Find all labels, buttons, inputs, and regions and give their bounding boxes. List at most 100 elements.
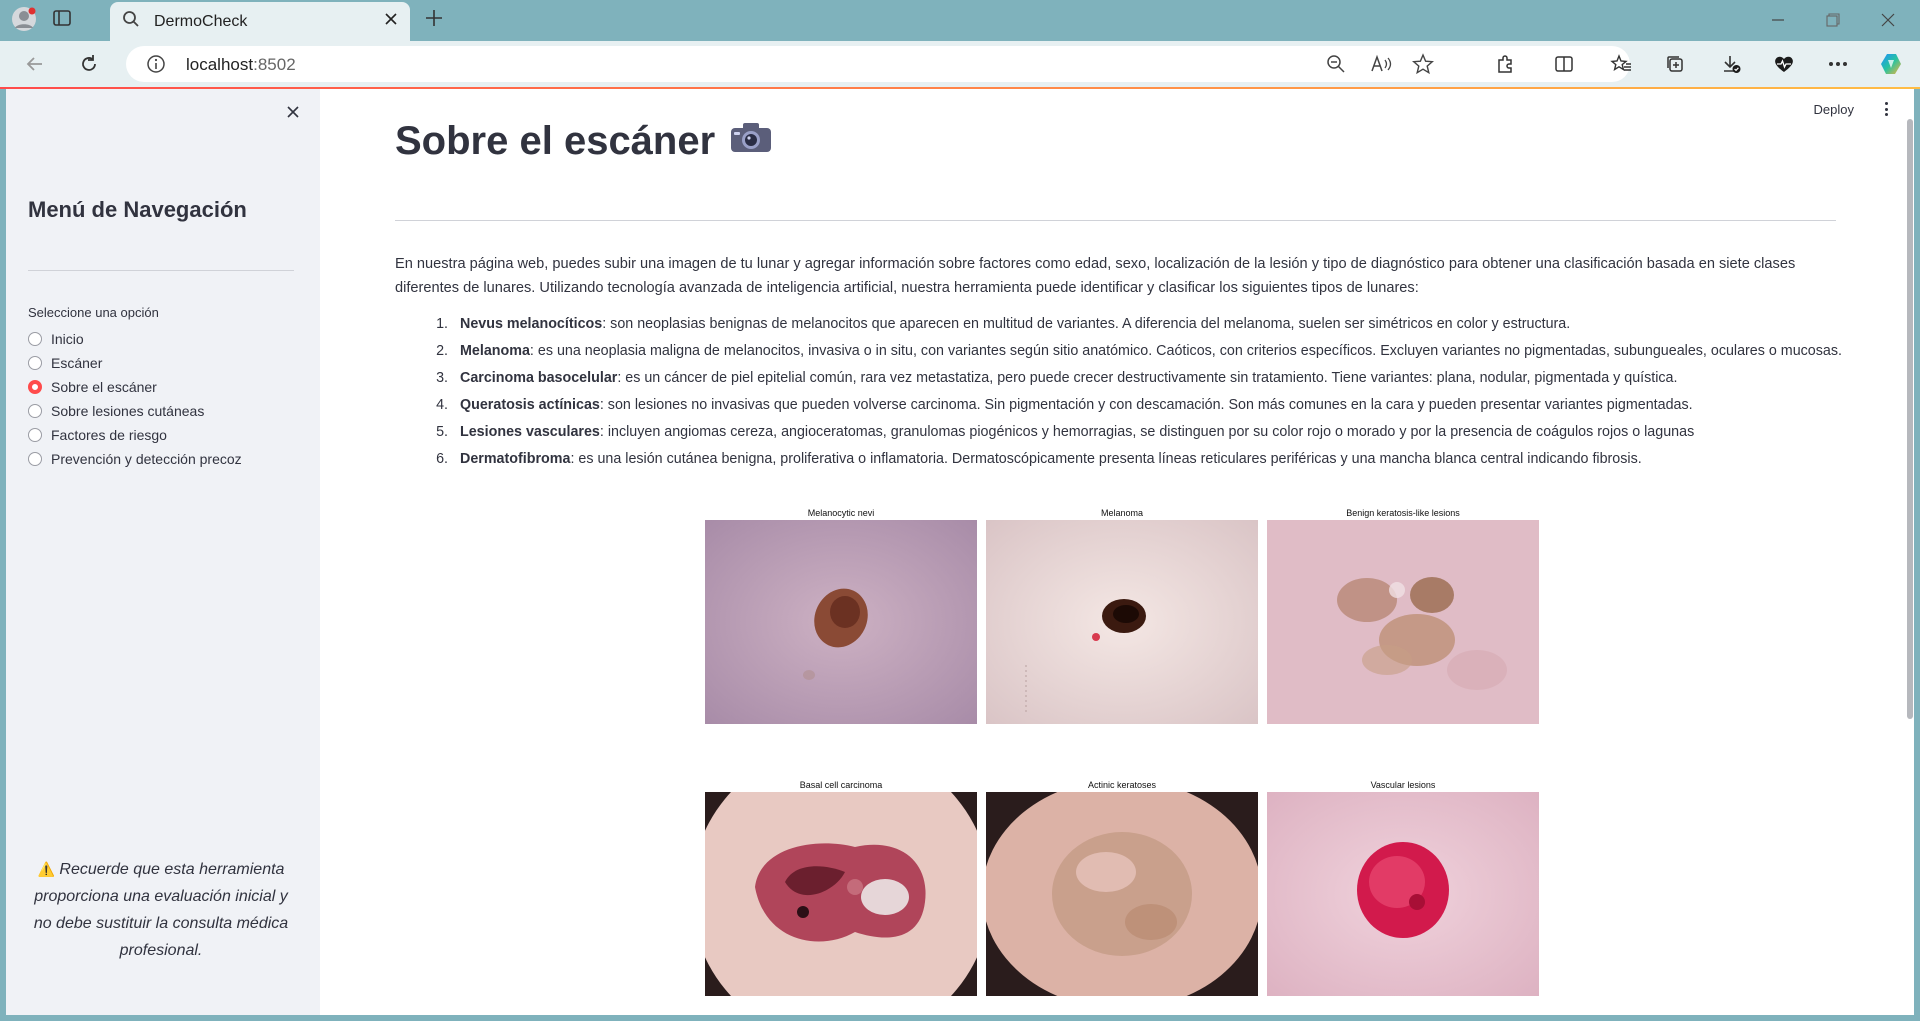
radio-option-label: Prevención y detección precoz	[51, 451, 242, 467]
lesion-description: : son neoplasias benignas de melanocitos…	[602, 316, 1571, 332]
lesion-image	[1267, 792, 1539, 996]
url-text: localhost:8502	[186, 55, 296, 75]
favorite-star-icon[interactable]	[1411, 53, 1435, 80]
lesion-name: Melanoma	[460, 343, 530, 359]
radio-option-sobre-lesiones[interactable]: Sobre lesiones cutáneas	[28, 399, 242, 423]
favorites-icon[interactable]	[1606, 49, 1636, 79]
image-caption: Melanocytic nevi	[807, 508, 875, 518]
lesion-name: Dermatofibroma	[460, 451, 571, 467]
url-host: localhost	[186, 55, 254, 74]
sidebar-divider	[28, 270, 294, 271]
radio-group-label: Seleccione una opción	[28, 305, 159, 320]
radio-option-factores-riesgo[interactable]: Factores de riesgo	[28, 423, 242, 447]
radio-option-inicio[interactable]: Inicio	[28, 327, 242, 351]
restore-icon[interactable]	[1821, 8, 1845, 32]
image-caption: Actinic keratoses	[1087, 780, 1157, 790]
list-number: 4.	[436, 397, 448, 413]
page-title: Sobre el escáner	[395, 119, 773, 164]
radio-option-escaner[interactable]: Escáner	[28, 351, 242, 375]
navigation-radio-group: Inicio Escáner Sobre el escáner Sobre le…	[28, 327, 242, 471]
extensions-icon[interactable]	[1490, 49, 1520, 79]
list-item: 3. Carcinoma basocelular: es un cáncer de…	[424, 365, 1844, 392]
lesion-name: Lesiones vasculares	[460, 424, 600, 440]
image-melanocytic-nevi: Melanocytic nevi	[705, 507, 977, 724]
lesion-name: Carcinoma basocelular	[460, 370, 618, 386]
lesion-image	[986, 792, 1258, 996]
lesion-type-list: 1. Nevus melanocíticos: son neoplasias be…	[424, 311, 1844, 473]
image-actinic-keratoses: Actinic keratoses	[986, 779, 1258, 996]
more-options-icon[interactable]	[1823, 49, 1853, 79]
lesion-image	[1267, 520, 1539, 724]
tab-actions-icon[interactable]	[50, 6, 74, 30]
sidebar-heading: Menú de Navegación	[28, 197, 247, 222]
radio-option-sobre-el-escaner[interactable]: Sobre el escáner	[28, 375, 242, 399]
lesion-description: : son lesiones no invasivas que pueden v…	[599, 397, 1693, 413]
image-caption: Basal cell carcinoma	[799, 780, 883, 790]
lesion-image	[705, 520, 977, 724]
zoom-out-icon[interactable]	[1326, 54, 1346, 79]
list-number: 3.	[436, 370, 448, 386]
browser-tab-bar: DermoCheck	[0, 0, 1920, 41]
browser-essentials-icon[interactable]	[1769, 49, 1799, 79]
close-tab-icon[interactable]	[384, 12, 398, 31]
page-title-text: Sobre el escáner	[395, 119, 716, 163]
main-content: Deploy Sobre el escáner En nuestra págin…	[320, 89, 1914, 1015]
read-aloud-icon[interactable]	[1370, 54, 1392, 79]
lesion-name: Nevus melanocíticos	[460, 316, 603, 332]
list-item: 2. Melanoma: es una neoplasia maligna de …	[424, 338, 1844, 365]
disclaimer-text: Recuerde que esta herramienta proporcion…	[33, 861, 289, 959]
close-sidebar-icon[interactable]	[282, 101, 304, 123]
main-menu-icon[interactable]	[1878, 99, 1894, 119]
downloads-icon[interactable]	[1716, 49, 1746, 79]
radio-option-label: Inicio	[51, 331, 84, 347]
image-vascular-lesions: Vascular lesions	[1267, 779, 1539, 996]
tab-title: DermoCheck	[154, 12, 248, 30]
list-number: 2.	[436, 343, 448, 359]
minimize-icon[interactable]	[1766, 8, 1790, 32]
site-info-icon[interactable]	[146, 54, 166, 79]
image-melanoma: Melanoma	[986, 507, 1258, 724]
url-port: :8502	[253, 55, 296, 74]
list-item: 5. Lesiones vasculares: incluyen angiomas…	[424, 419, 1844, 446]
close-window-icon[interactable]	[1876, 8, 1900, 32]
intro-paragraph: En nuestra página web, puedes subir una …	[395, 256, 1796, 296]
image-benign-keratosis: Benign keratosis-like lesions	[1267, 507, 1539, 724]
lesion-description: : es una lesión cutánea benigna, prolife…	[570, 451, 1642, 467]
radio-option-label: Escáner	[51, 355, 103, 371]
warning-icon: ⚠️	[37, 861, 55, 877]
lesion-image	[986, 520, 1258, 724]
scrollbar[interactable]	[1907, 119, 1913, 719]
new-tab-icon[interactable]	[422, 6, 446, 30]
radio-button[interactable]	[28, 356, 42, 370]
sidebar: Menú de Navegación Seleccione una opción…	[6, 89, 320, 1015]
disclaimer-note: ⚠️ Recuerde que esta herramienta proporc…	[28, 856, 294, 964]
lesion-description: : es un cáncer de piel epitelial común, …	[617, 370, 1678, 386]
back-icon[interactable]	[20, 49, 50, 79]
streamlit-app: Menú de Navegación Seleccione una opción…	[6, 89, 1914, 1015]
lesion-description: : incluyen angiomas cereza, angioceratom…	[599, 424, 1695, 440]
tab-dermocheck[interactable]: DermoCheck	[110, 2, 410, 41]
deploy-button[interactable]: Deploy	[1814, 102, 1854, 117]
search-icon	[122, 10, 140, 33]
profile-avatar-icon[interactable]	[10, 5, 38, 33]
address-bar[interactable]: localhost:8502	[126, 46, 1630, 82]
collections-icon[interactable]	[1660, 49, 1690, 79]
list-number: 5.	[436, 424, 448, 440]
radio-option-label: Sobre el escáner	[51, 379, 157, 395]
radio-option-prevencion[interactable]: Prevención y detección precoz	[28, 447, 242, 471]
image-basal-cell-carcinoma: Basal cell carcinoma	[705, 779, 977, 996]
title-divider	[395, 220, 1836, 221]
radio-button-selected[interactable]	[28, 380, 42, 394]
split-screen-icon[interactable]	[1549, 49, 1579, 79]
radio-button[interactable]	[28, 428, 42, 442]
list-item: 6. Dermatofibroma: es una lesión cutánea …	[424, 446, 1844, 473]
browser-toolbar: localhost:8502	[0, 41, 1920, 87]
radio-button[interactable]	[28, 452, 42, 466]
radio-button[interactable]	[28, 332, 42, 346]
copilot-icon[interactable]	[1876, 49, 1906, 79]
radio-button[interactable]	[28, 404, 42, 418]
list-item: 1. Nevus melanocíticos: son neoplasias be…	[424, 311, 1844, 338]
image-caption: Vascular lesions	[1370, 780, 1436, 790]
lesion-description: : es una neoplasia maligna de melanocito…	[529, 343, 1842, 359]
reload-icon[interactable]	[74, 49, 104, 79]
